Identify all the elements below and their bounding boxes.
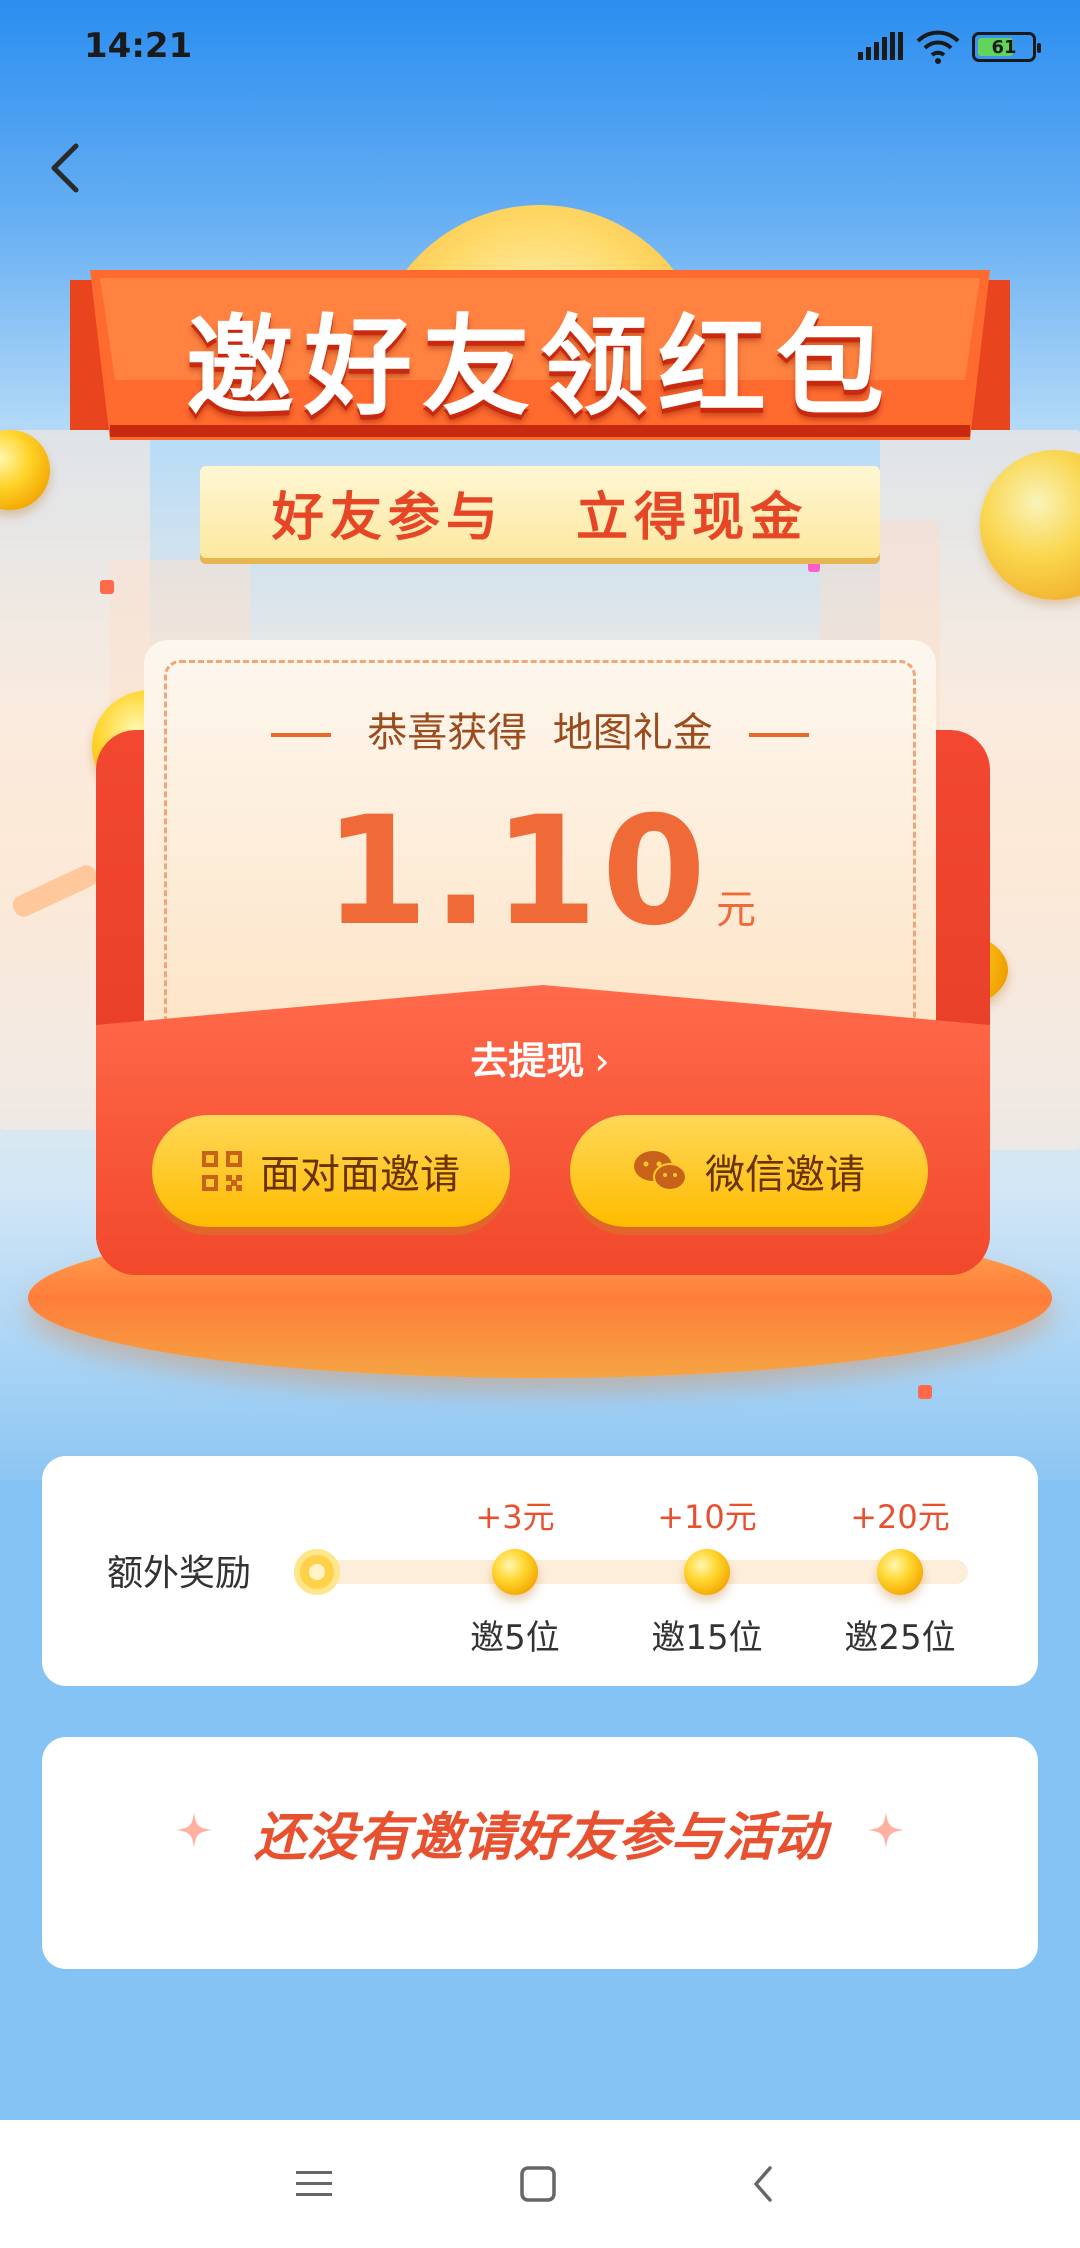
face-to-face-invite-label: 面对面邀请 bbox=[260, 1152, 460, 1198]
confetti bbox=[918, 1385, 932, 1399]
sparkle-icon bbox=[868, 1812, 904, 1848]
invited-friends-card: 还没有邀请好友参与活动 bbox=[42, 1737, 1038, 1969]
reward-amount: 1.10 元 bbox=[144, 785, 936, 959]
extra-rewards-card: 额外奖励 +3元 邀5位 +10元 邀15位 +20元 邀25位 bbox=[42, 1456, 1038, 1686]
wifi-icon bbox=[916, 30, 960, 64]
signal-icon bbox=[858, 32, 903, 60]
status-icons: 61 bbox=[858, 30, 1041, 64]
confetti bbox=[100, 580, 114, 594]
wechat-icon bbox=[634, 1151, 687, 1191]
milestone-reward: +20元 bbox=[850, 1498, 950, 1536]
wechat-invite-button[interactable]: 微信邀请 bbox=[570, 1115, 928, 1227]
home-square-icon[interactable] bbox=[514, 2160, 562, 2208]
reward-amount-unit: 元 bbox=[716, 887, 757, 933]
system-navigation-bar bbox=[0, 2120, 1080, 2248]
face-to-face-invite-button[interactable]: 面对面邀请 bbox=[152, 1115, 510, 1227]
milestone-coin-icon bbox=[877, 1549, 923, 1595]
chevron-right-icon: › bbox=[594, 1039, 610, 1083]
menu-icon[interactable] bbox=[290, 2160, 338, 2208]
milestone-coin-icon bbox=[684, 1549, 730, 1595]
qr-code-icon bbox=[202, 1151, 242, 1191]
milestone-count: 邀25位 bbox=[844, 1618, 956, 1658]
battery-level: 61 bbox=[991, 36, 1017, 58]
banner-subtitle-ribbon: 好友参与 立得现金 bbox=[200, 466, 880, 558]
milestone-coin-icon bbox=[492, 1549, 538, 1595]
reward-amount-value: 1.10 bbox=[323, 785, 711, 959]
confetti bbox=[808, 560, 820, 572]
milestone-reward: +10元 bbox=[657, 1498, 757, 1536]
back-triangle-icon[interactable] bbox=[740, 2160, 788, 2208]
back-button[interactable] bbox=[40, 140, 96, 196]
chevron-left-icon bbox=[51, 143, 79, 193]
progress-start-dot bbox=[294, 1549, 340, 1595]
status-bar: 14:21 61 bbox=[0, 0, 1080, 96]
milestone-count: 邀5位 bbox=[470, 1618, 560, 1658]
milestone-count: 邀15位 bbox=[651, 1618, 763, 1658]
withdraw-label: 去提现 bbox=[470, 1039, 585, 1083]
status-time: 14:21 bbox=[84, 26, 193, 66]
banner-title: 邀好友领红包 bbox=[185, 305, 894, 430]
withdraw-link[interactable]: 去提现 › bbox=[0, 1030, 1080, 1085]
battery-icon: 61 bbox=[972, 32, 1041, 62]
extra-rewards-label: 额外奖励 bbox=[107, 1553, 252, 1594]
reward-card-title: 恭喜获得 地图礼金 bbox=[144, 700, 936, 758]
progress-track bbox=[318, 1560, 968, 1584]
banner-subtitle: 好友参与 立得现金 bbox=[271, 487, 809, 548]
milestone-reward: +3元 bbox=[475, 1498, 555, 1536]
wechat-invite-label: 微信邀请 bbox=[705, 1152, 865, 1198]
